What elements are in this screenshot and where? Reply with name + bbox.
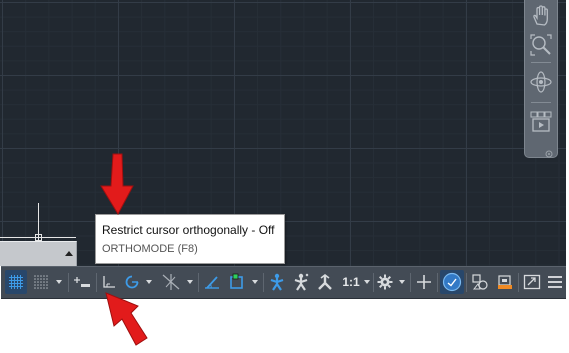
status-bar: 1:1 (1, 266, 566, 299)
status-separator (466, 273, 467, 292)
navbar-separator (531, 62, 551, 63)
lock-ui-icon (498, 275, 512, 289)
layout-tabs-panel[interactable] (0, 241, 77, 266)
status-separator (518, 273, 519, 292)
quick-properties-button[interactable] (469, 270, 491, 294)
chevron-down-icon (56, 280, 62, 284)
annotation-scale-dropdown[interactable] (362, 270, 372, 294)
isodraft-button[interactable] (159, 270, 183, 294)
workspace-dropdown[interactable] (397, 270, 407, 294)
cursor-pickbox (35, 234, 42, 241)
chevron-down-icon (252, 280, 258, 284)
status-separator (410, 273, 411, 292)
auto-scale-button[interactable] (290, 270, 312, 294)
object-snap-button[interactable] (226, 270, 248, 294)
snap-mode-dropdown[interactable] (54, 270, 64, 294)
object-snap-dropdown[interactable] (250, 270, 260, 294)
red-arrow-up-icon (105, 292, 148, 346)
status-separator (263, 273, 264, 292)
status-separator (437, 273, 438, 292)
status-separator (198, 273, 199, 292)
grid-icon (9, 275, 23, 289)
plus-icon (417, 275, 431, 289)
annotation-visibility-button[interactable] (266, 270, 288, 294)
status-separator (373, 273, 374, 292)
infer-constraints-button[interactable] (71, 270, 93, 294)
osnap-icon (230, 273, 243, 289)
annotation-scale-button[interactable] (314, 270, 336, 294)
clean-screen-icon (523, 274, 541, 290)
gear-icon (377, 274, 393, 290)
chevron-down-icon (399, 280, 405, 284)
annotation-scale-value[interactable]: 1:1 (339, 270, 363, 294)
annotation-figure-icon (270, 273, 284, 291)
quick-properties-icon (472, 274, 488, 290)
workspace-switching-button[interactable] (375, 270, 395, 294)
status-separator (96, 273, 97, 292)
chevron-down-icon (364, 280, 370, 284)
lock-ui-button[interactable] (494, 270, 516, 294)
annotation-scale-figure-icon (318, 274, 332, 290)
navbar-options-icon[interactable] (545, 145, 553, 158)
units-circle-icon (442, 272, 462, 292)
navigation-bar (524, 0, 558, 158)
osnap-tracking-icon (205, 276, 219, 289)
hamburger-menu-icon (548, 276, 562, 288)
showmotion-icon[interactable] (529, 110, 553, 134)
customization-button[interactable] (545, 270, 565, 294)
grid-display-button[interactable] (5, 270, 27, 294)
object-snap-tracking-button[interactable] (201, 270, 223, 294)
autoscale-figure-icon (294, 273, 309, 291)
pan-hand-icon[interactable] (529, 4, 553, 28)
navbar-separator (531, 102, 551, 103)
expand-up-arrow-icon[interactable] (65, 251, 73, 256)
tooltip-command: ORTHOMODE (F8) (102, 243, 198, 255)
isodraft-icon (162, 274, 180, 290)
status-separator (68, 273, 69, 292)
units-button[interactable] (440, 270, 464, 294)
orbit-icon[interactable] (529, 70, 553, 94)
zoom-extents-icon[interactable] (529, 33, 553, 57)
snap-dots-icon (34, 275, 48, 289)
chevron-down-icon (146, 280, 152, 284)
constraint-plus-icon (74, 277, 90, 287)
isodraft-dropdown[interactable] (185, 270, 195, 294)
ortho-tooltip: Restrict cursor orthogonally - Off ORTHO… (95, 214, 285, 264)
tooltip-title: Restrict cursor orthogonally - Off (102, 223, 275, 237)
annotation-monitor-button[interactable] (413, 270, 435, 294)
snap-mode-button[interactable] (30, 270, 52, 294)
clean-screen-button[interactable] (521, 270, 543, 294)
red-arrow-down-icon (100, 153, 134, 216)
chevron-down-icon (187, 280, 193, 284)
scale-label: 1:1 (342, 275, 360, 289)
